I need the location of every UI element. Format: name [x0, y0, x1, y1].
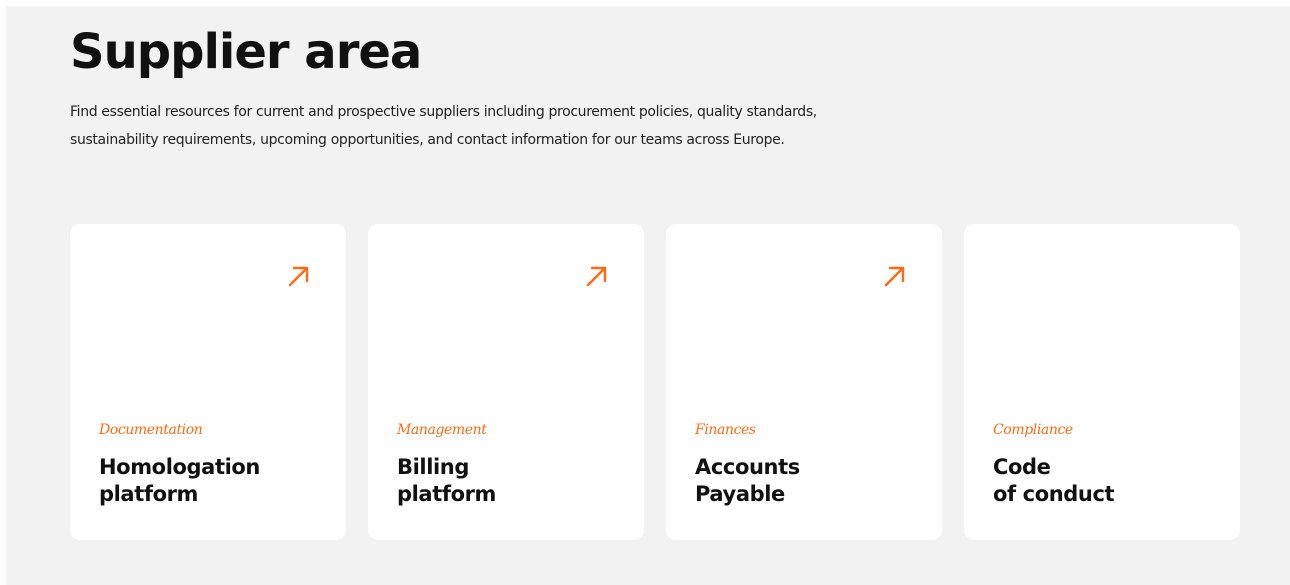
card-homologation-platform[interactable]: Documentation Homologation platform	[70, 224, 346, 540]
card-title-line: Billing	[397, 455, 469, 479]
card-title: Accounts Payable	[695, 454, 915, 508]
card-title-line: Homologation	[99, 455, 260, 479]
card-title-line: Payable	[695, 482, 785, 506]
card-title-line: platform	[99, 482, 199, 506]
card-grid: Documentation Homologation platform Mana…	[70, 224, 1240, 540]
supplier-area-section: Supplier area Find essential resources f…	[6, 6, 1290, 585]
arrow-up-right-icon	[586, 266, 607, 287]
card-title: Billing platform	[397, 454, 617, 508]
card-accounts-payable[interactable]: Finances Accounts Payable	[666, 224, 942, 540]
page-title: Supplier area	[70, 24, 422, 80]
card-category: Compliance	[993, 422, 1073, 438]
card-title-line: Code	[993, 455, 1051, 479]
card-title-line: platform	[397, 482, 497, 506]
card-title-line: Accounts	[695, 455, 800, 479]
card-title: Code of conduct	[993, 454, 1213, 508]
card-category: Management	[397, 422, 487, 438]
arrow-up-right-icon	[288, 266, 309, 287]
card-category: Finances	[695, 422, 756, 438]
card-billing-platform[interactable]: Management Billing platform	[368, 224, 644, 540]
card-title-line: of conduct	[993, 482, 1115, 506]
section-description: Find essential resources for current and…	[70, 104, 817, 148]
arrow-up-right-icon	[884, 266, 905, 287]
card-title: Homologation platform	[99, 454, 319, 508]
card-code-of-conduct[interactable]: Compliance Code of conduct	[964, 224, 1240, 540]
card-category: Documentation	[99, 422, 203, 438]
